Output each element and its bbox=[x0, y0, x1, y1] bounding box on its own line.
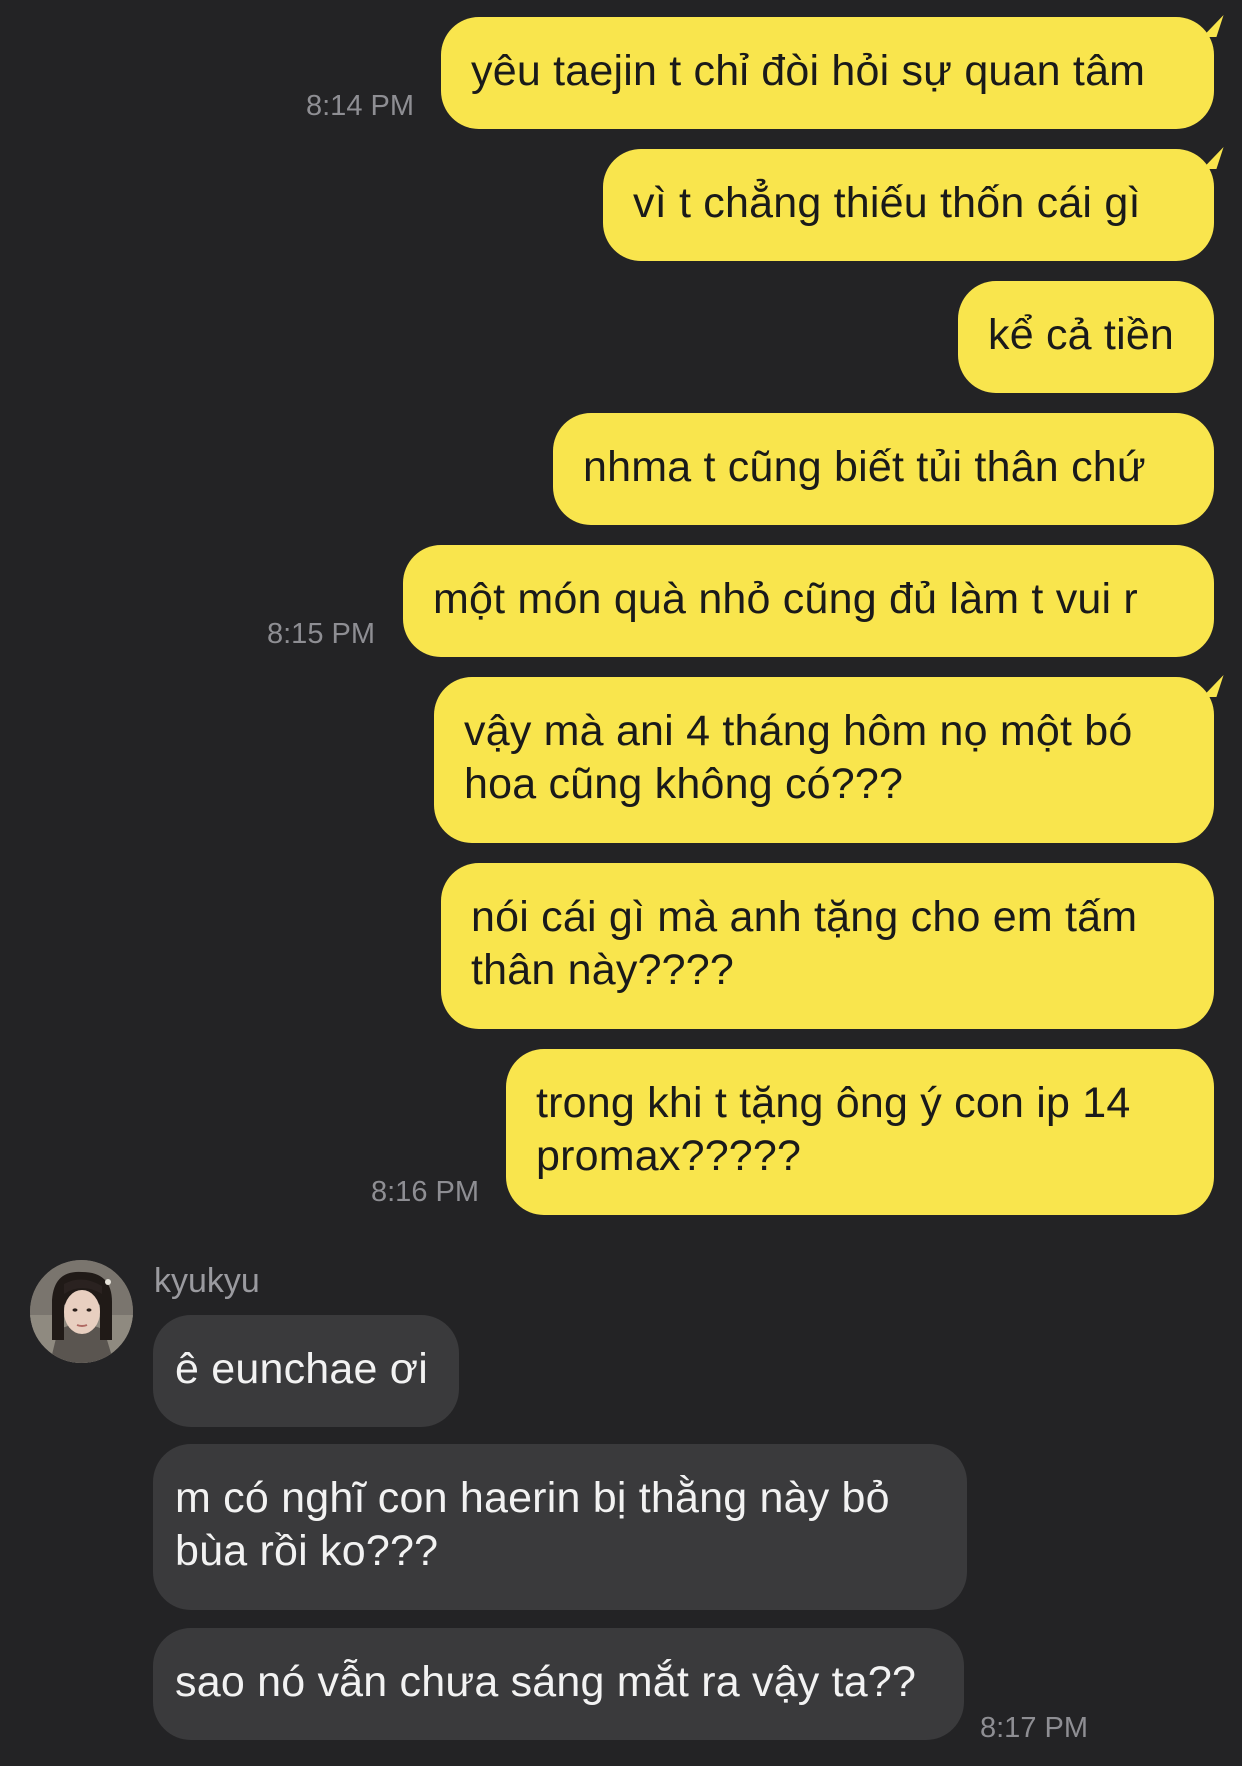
outgoing-message[interactable]: trong khi t tặng ông ý con ip 14 promax?… bbox=[506, 1049, 1214, 1215]
message-text-line: trong khi t tặng ông ý con ip 14 bbox=[536, 1079, 1131, 1127]
bubble-tail bbox=[1202, 15, 1224, 37]
bubble-tail bbox=[1202, 675, 1224, 697]
message-text-line: m có nghĩ con haerin bị thằng này bỏ bbox=[175, 1474, 890, 1522]
timestamp: 8:15 PM bbox=[267, 618, 375, 650]
avatar-image bbox=[30, 1260, 133, 1363]
message-text-line: hoa cũng không có??? bbox=[464, 760, 904, 808]
outgoing-message[interactable]: kể cả tiền bbox=[958, 281, 1214, 393]
incoming-message[interactable]: ê eunchae ơi bbox=[153, 1315, 459, 1427]
outgoing-message[interactable]: yêu taejin t chỉ đòi hỏi sự quan tâm bbox=[441, 15, 1224, 129]
message-text: nhma t cũng biết tủi thân chứ bbox=[583, 443, 1146, 491]
message-text: một món quà nhỏ cũng đủ làm t vui r bbox=[433, 575, 1138, 623]
message-text: kể cả tiền bbox=[988, 311, 1175, 359]
timestamp: 8:14 PM bbox=[306, 90, 414, 122]
message-text: vì t chẳng thiếu thốn cái gì bbox=[633, 179, 1141, 227]
outgoing-message[interactable]: nói cái gì mà anh tặng cho em tấm thân n… bbox=[441, 863, 1214, 1029]
message-text-line: promax????? bbox=[536, 1132, 802, 1180]
sender-name: kyukyu bbox=[154, 1262, 260, 1300]
incoming-message[interactable]: sao nó vẫn chưa sáng mắt ra vậy ta?? bbox=[153, 1628, 964, 1740]
outgoing-message[interactable]: một món quà nhỏ cũng đủ làm t vui r bbox=[403, 545, 1214, 657]
message-text-line: nói cái gì mà anh tặng cho em tấm bbox=[471, 893, 1138, 941]
outgoing-message[interactable]: vì t chẳng thiếu thốn cái gì bbox=[603, 147, 1224, 261]
outgoing-message[interactable]: nhma t cũng biết tủi thân chứ bbox=[553, 413, 1214, 525]
message-text: sao nó vẫn chưa sáng mắt ra vậy ta?? bbox=[175, 1658, 917, 1706]
outgoing-message[interactable]: vậy mà ani 4 tháng hôm nọ một bó hoa cũn… bbox=[434, 675, 1224, 843]
incoming-message[interactable]: m có nghĩ con haerin bị thằng này bỏ bùa… bbox=[153, 1444, 967, 1610]
message-text: yêu taejin t chỉ đòi hỏi sự quan tâm bbox=[471, 47, 1146, 95]
avatar[interactable] bbox=[30, 1260, 133, 1363]
message-text-line: thân này???? bbox=[471, 946, 735, 994]
timestamp: 8:17 PM bbox=[980, 1712, 1088, 1744]
message-text-line: bùa rồi ko??? bbox=[175, 1527, 439, 1575]
bubble-tail bbox=[1202, 147, 1224, 169]
message-text: ê eunchae ơi bbox=[175, 1345, 428, 1393]
message-text-line: vậy mà ani 4 tháng hôm nọ một bó bbox=[464, 707, 1133, 755]
timestamp: 8:16 PM bbox=[371, 1176, 479, 1208]
